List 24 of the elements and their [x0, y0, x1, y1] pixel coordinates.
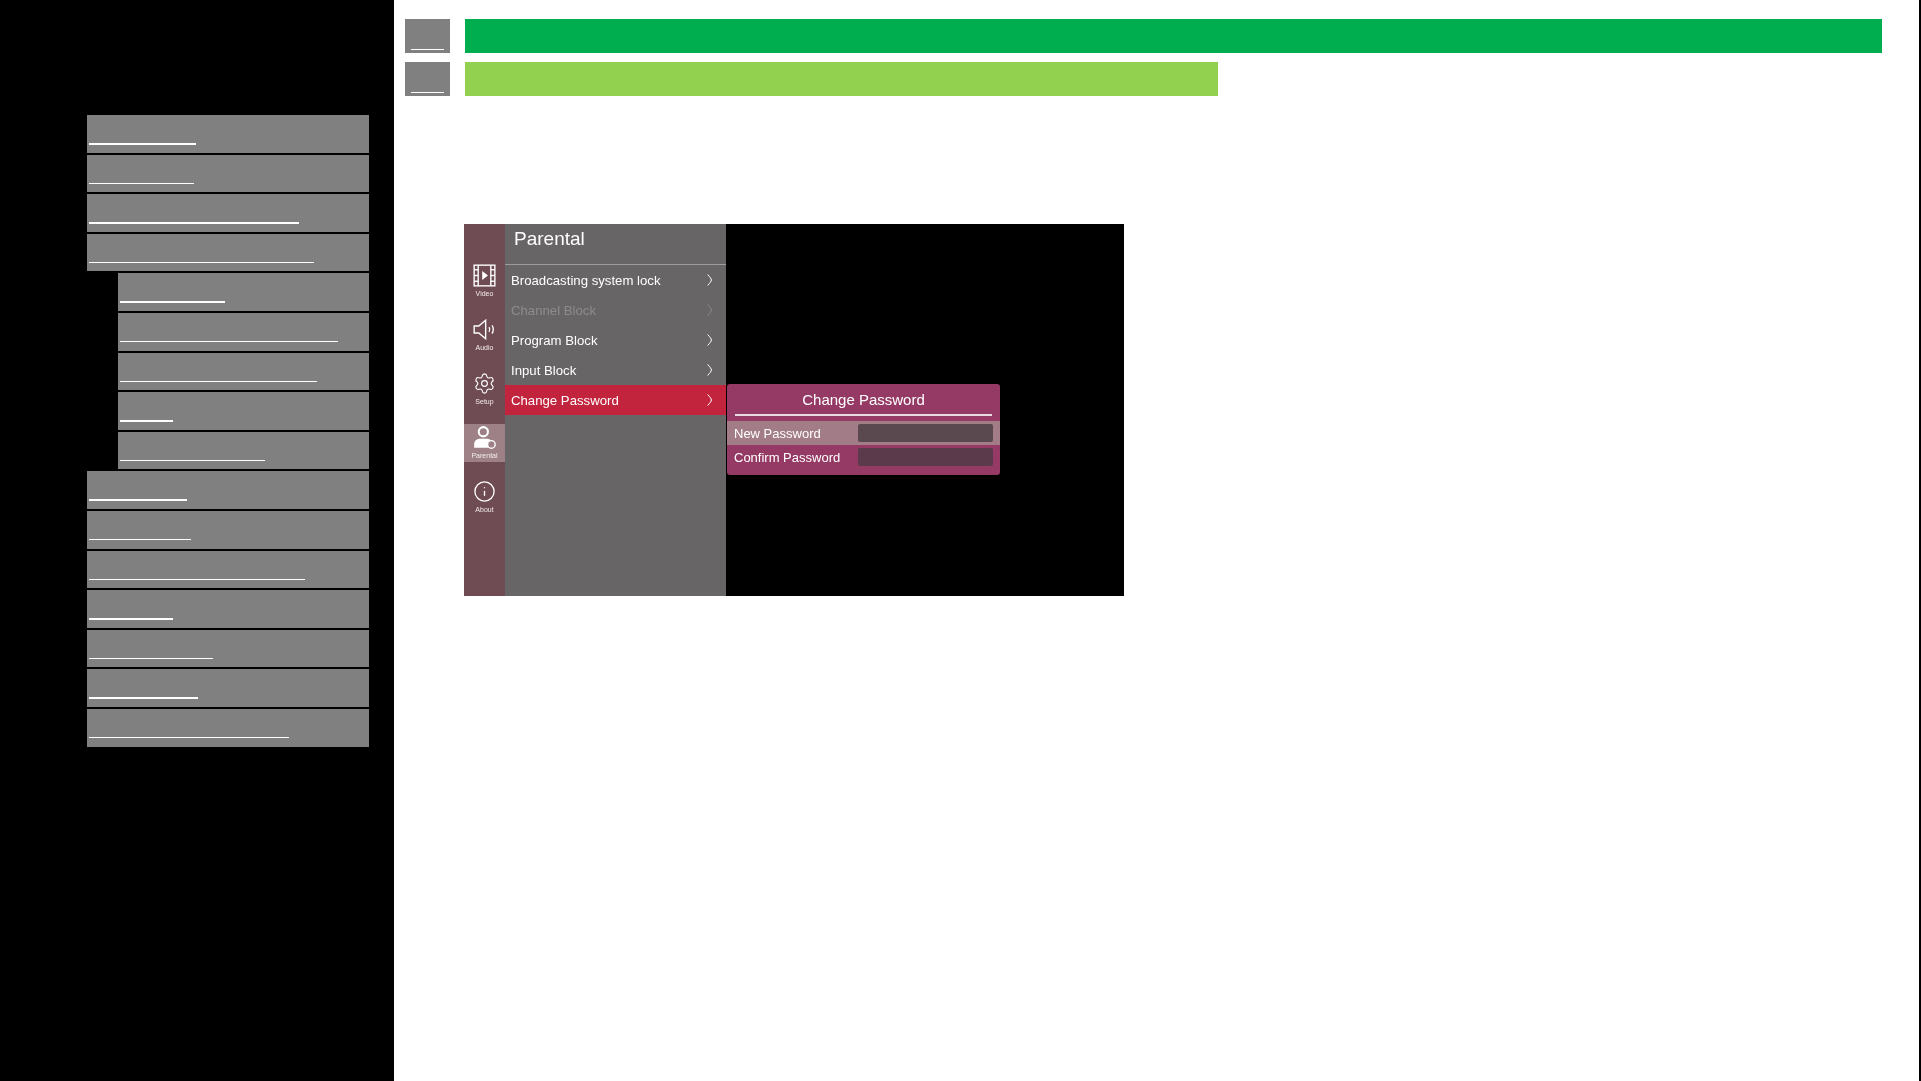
password-field[interactable] [858, 424, 993, 442]
menu-item[interactable]: Program Block [505, 325, 726, 355]
info-icon [473, 480, 496, 503]
chevron-icon [707, 364, 712, 376]
menu-item[interactable]: Input Block [505, 355, 726, 385]
nav-item[interactable] [118, 312, 369, 351]
field-label: Confirm Password [734, 449, 842, 465]
speaker-icon [473, 318, 496, 341]
heading-marker [405, 19, 450, 53]
chevron-icon [707, 394, 712, 406]
nav-item[interactable] [87, 233, 369, 272]
menu-item[interactable]: Change Password [505, 385, 726, 415]
chevron-icon [707, 274, 712, 286]
menu-item[interactable]: Broadcasting system lock [505, 265, 726, 295]
chevron-icon [707, 304, 712, 316]
dialog-title: Change Password [735, 384, 992, 416]
nav-item[interactable] [118, 352, 369, 391]
field-label: New Password [734, 425, 822, 441]
heading-marker [405, 62, 450, 96]
person-icon [473, 426, 496, 449]
film-icon [473, 264, 496, 287]
chevron-icon [707, 334, 712, 346]
password-field[interactable] [858, 448, 993, 466]
settings-icon [473, 372, 496, 395]
